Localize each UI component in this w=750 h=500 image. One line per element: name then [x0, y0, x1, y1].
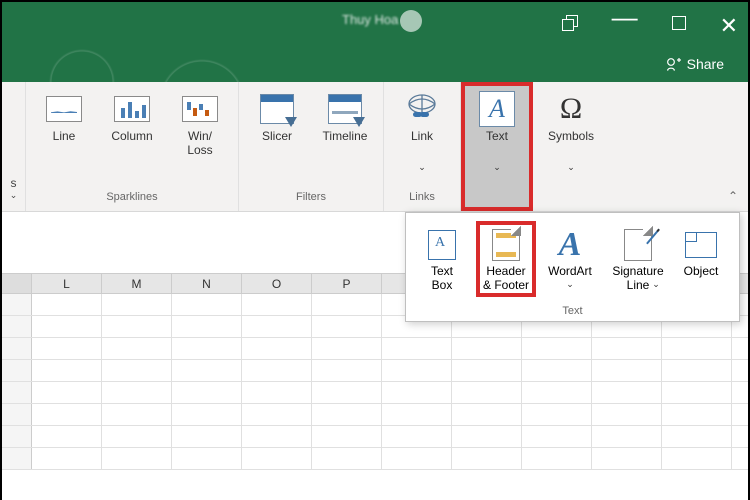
group-links: Link ⌄ Links — [384, 82, 461, 211]
ribbon-display-icon[interactable] — [562, 15, 578, 36]
chevron-down-icon: ⌄ — [652, 279, 660, 290]
timeline-icon — [328, 94, 362, 124]
text-dropdown-panel: Text Box Header & Footer A WordArt ⌄ Sig… — [405, 212, 740, 322]
wordart-icon: A — [559, 226, 582, 264]
chevron-down-icon: ⌄ — [418, 162, 426, 173]
signature-line-button[interactable]: Signature Line ⌄ — [604, 221, 672, 294]
chevron-down-icon: ⌄ — [567, 162, 575, 173]
slicer-button[interactable]: Slicer — [249, 90, 305, 160]
sparkline-column-button[interactable]: Column — [104, 90, 160, 160]
object-icon — [685, 232, 717, 258]
omega-icon: Ω — [560, 92, 582, 126]
slicer-icon — [260, 94, 294, 124]
header-footer-icon — [492, 229, 520, 261]
group-symbols: Ω Symbols ⌄ — [533, 82, 609, 211]
minimize-button[interactable]: — — [612, 2, 638, 33]
link-button[interactable]: Link ⌄ — [394, 90, 450, 175]
text-icon: A — [479, 91, 515, 127]
chevron-down-icon: ⌄ — [493, 162, 501, 173]
user-avatar[interactable] — [400, 10, 422, 32]
winloss-icon — [182, 96, 218, 122]
sparkline-winloss-button[interactable]: Win/ Loss — [172, 90, 228, 160]
worksheet[interactable]: L M N O P Text Box Header & Footer A — [2, 212, 748, 500]
group-label: Filters — [249, 187, 373, 209]
collapse-ribbon-button[interactable]: ⌃ — [728, 189, 738, 203]
group-label: Sparklines — [36, 187, 228, 209]
column-chart-icon — [114, 96, 150, 122]
sparkline-line-button[interactable]: Line — [36, 90, 92, 160]
share-icon — [665, 56, 681, 72]
wordart-button[interactable]: A WordArt ⌄ — [540, 221, 600, 294]
group-label: Links — [394, 187, 450, 209]
signature-icon — [624, 229, 652, 261]
ribbon: s⌄ Line Column Win/ Loss Sparklines Slic… — [2, 82, 748, 212]
group-filters: Slicer Timeline Filters — [239, 82, 384, 211]
restore-button[interactable] — [672, 16, 686, 35]
text-dropdown-button[interactable]: A Text ⌄ — [461, 82, 533, 211]
title-bar: Thuy Hoa — ✕ Share — [2, 2, 748, 82]
chevron-down-icon: ⌄ — [566, 279, 574, 290]
textbox-icon — [428, 230, 456, 260]
share-button[interactable]: Share — [665, 56, 724, 72]
object-button[interactable]: Object — [676, 221, 726, 283]
line-chart-icon — [46, 96, 82, 122]
link-icon — [403, 92, 441, 126]
group-sparklines: Line Column Win/ Loss Sparklines — [26, 82, 239, 211]
dropdown-group-label: Text — [412, 297, 733, 317]
text-box-button[interactable]: Text Box — [412, 221, 472, 297]
symbols-button[interactable]: Ω Symbols ⌄ — [543, 90, 599, 175]
timeline-button[interactable]: Timeline — [317, 90, 373, 160]
header-footer-button[interactable]: Header & Footer — [476, 221, 536, 297]
close-button[interactable]: ✕ — [720, 13, 738, 39]
document-title: Thuy Hoa — [342, 12, 398, 27]
ribbon-left-overflow[interactable]: s⌄ — [2, 82, 26, 211]
share-label: Share — [687, 56, 724, 72]
